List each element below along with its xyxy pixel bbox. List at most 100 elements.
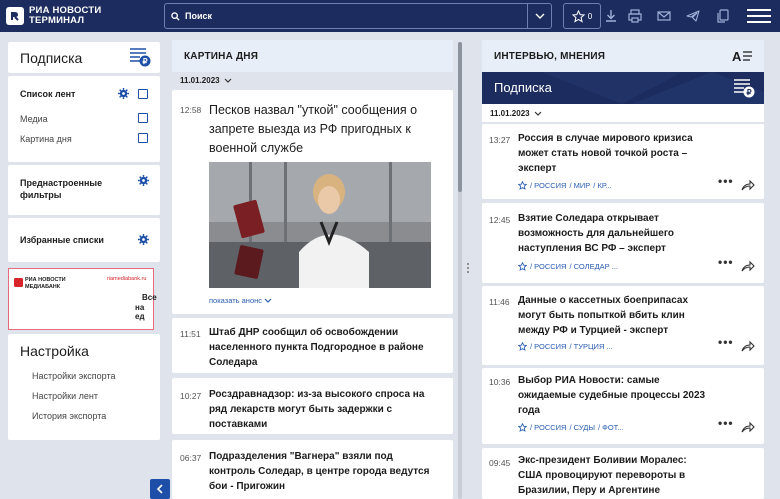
preset-filters-panel[interactable]: Преднастроенные фильтры xyxy=(8,165,160,215)
news-headline[interactable]: Взятие Соледара открывает возможность дл… xyxy=(518,211,708,256)
news-card[interactable]: 10:27 Росздравнадзор: из-за высокого спр… xyxy=(172,378,453,434)
tag-link[interactable]: / КР... xyxy=(593,181,611,190)
news-time: 10:27 xyxy=(180,391,202,401)
subscription-settings-icon[interactable]: ₽ xyxy=(128,46,152,68)
middle-scroll-thumb[interactable] xyxy=(458,42,462,192)
menu-icon[interactable] xyxy=(747,9,771,24)
mediabank-banner[interactable]: РИА НОВОСТИ МЕДИАБАНК riamediabank.ru Вс… xyxy=(8,268,157,330)
column-resize-handle-icon[interactable] xyxy=(466,262,470,274)
export-settings-link[interactable]: Настройки экспорта xyxy=(32,371,115,381)
preset-filters-gear-icon[interactable] xyxy=(138,175,149,186)
feed-media-checkbox[interactable] xyxy=(138,113,148,123)
news-headline[interactable]: Экс-президент Боливии Моралес: США прово… xyxy=(518,453,708,498)
star-icon[interactable] xyxy=(518,423,527,432)
search-icon xyxy=(165,11,185,21)
middle-date: 11.01.2023 xyxy=(180,76,220,85)
right-subscription-icon[interactable]: ₽ xyxy=(732,77,756,99)
news-headline[interactable]: Росздравнадзор: из-за высокого спроса на… xyxy=(209,387,441,432)
more-options-icon[interactable]: ••• xyxy=(718,416,734,430)
right-scrollbar[interactable] xyxy=(769,42,773,499)
news-card[interactable]: 09:45 Экс-президент Боливии Моралес: США… xyxy=(482,448,764,499)
favorites-button[interactable]: 0 xyxy=(563,3,601,29)
news-time: 11:46 xyxy=(489,297,510,307)
favorite-lists-panel[interactable]: Избранные списки xyxy=(8,218,160,262)
print-icon[interactable] xyxy=(627,8,643,24)
news-time: 12:45 xyxy=(489,215,511,225)
app-logo[interactable]: РИА НОВОСТИ ТЕРМИНАЛ xyxy=(0,6,163,26)
right-date-selector[interactable]: 11.01.2023 xyxy=(490,109,542,118)
news-time: 12:58 xyxy=(180,105,202,115)
chevron-down-icon xyxy=(534,111,542,116)
more-options-icon[interactable]: ••• xyxy=(718,174,734,188)
logo-mark-icon xyxy=(6,7,24,25)
more-options-icon[interactable]: ••• xyxy=(718,335,734,349)
feeds-gear-icon[interactable] xyxy=(118,88,129,99)
news-headline[interactable]: Россия в случае мирового кризиса может с… xyxy=(518,131,708,176)
news-card[interactable]: 11:51 Штаб ДНР сообщил об освобождении н… xyxy=(172,318,453,373)
tag-link[interactable]: / ТУРЦИЯ ... xyxy=(569,342,612,351)
tag-link[interactable]: / МИР xyxy=(569,181,590,190)
feed-picture-checkbox[interactable] xyxy=(138,133,148,143)
top-bar: РИА НОВОСТИ ТЕРМИНАЛ 0 xyxy=(0,0,780,32)
news-card[interactable]: 12:45 Взятие Соледара открывает возможно… xyxy=(482,203,764,283)
news-time: 10:36 xyxy=(489,377,511,387)
feeds-all-checkbox[interactable] xyxy=(138,89,148,99)
news-headline[interactable]: Штаб ДНР сообщил об освобождении населен… xyxy=(209,325,441,370)
news-card[interactable]: 11:46 Данные о кассетных боеприпасах мог… xyxy=(482,286,764,365)
news-card[interactable]: 06:37 Подразделения "Вагнера" взяли под … xyxy=(172,440,453,499)
star-icon[interactable] xyxy=(518,181,527,190)
search-options-button[interactable] xyxy=(527,4,551,28)
share-icon[interactable] xyxy=(741,260,755,272)
tag-link[interactable]: / РОССИЯ xyxy=(530,423,566,432)
tag-link[interactable]: / РОССИЯ xyxy=(530,181,566,190)
download-icon[interactable] xyxy=(603,8,619,24)
middle-date-selector[interactable]: 11.01.2023 xyxy=(180,76,232,85)
logo-text: РИА НОВОСТИ ТЕРМИНАЛ xyxy=(29,6,101,26)
banner-text-2: на ед xyxy=(135,303,145,321)
svg-text:₽: ₽ xyxy=(746,88,751,97)
interviews-header-title: ИНТЕРВЬЮ, МНЕНИЯ xyxy=(494,50,606,62)
share-icon[interactable] xyxy=(741,340,755,352)
feed-settings-link[interactable]: Настройки лент xyxy=(32,391,98,401)
tag-link[interactable]: / СУДЫ xyxy=(569,423,594,432)
tag-link[interactable]: / РОССИЯ xyxy=(530,262,566,271)
tag-link[interactable]: / РОССИЯ xyxy=(530,342,566,351)
more-options-icon[interactable]: ••• xyxy=(718,255,734,269)
feeds-list-panel: Список лент Медиа Картина дня xyxy=(8,76,160,162)
right-subscription-title: Подписка xyxy=(494,80,552,95)
news-headline[interactable]: Выбор РИА Новости: самые ожидаемые судеб… xyxy=(518,373,708,418)
news-headline[interactable]: Данные о кассетных боеприпасах могут быт… xyxy=(518,293,708,338)
collapse-sidebar-button[interactable] xyxy=(150,479,170,499)
news-card[interactable]: 10:36 Выбор РИА Новости: самые ожидаемые… xyxy=(482,368,764,444)
star-icon[interactable] xyxy=(518,262,527,271)
chevron-down-icon xyxy=(535,13,544,19)
tag-link[interactable]: / СОЛЕДАР ... xyxy=(569,262,618,271)
news-card[interactable]: 13:27 Россия в случае мирового кризиса м… xyxy=(482,124,764,199)
svg-text:₽: ₽ xyxy=(142,57,147,66)
logo-line-2: ТЕРМИНАЛ xyxy=(29,15,85,26)
export-history-link[interactable]: История экспорта xyxy=(32,411,106,421)
news-time: 13:27 xyxy=(489,135,511,145)
mail-icon[interactable] xyxy=(656,8,672,24)
news-headline[interactable]: Подразделения "Вагнера" взяли под контро… xyxy=(209,449,441,494)
copy-icon[interactable] xyxy=(715,8,731,24)
preset-filters-label: Преднастроенные фильтры xyxy=(20,178,103,200)
show-announce-link[interactable]: показать анонс xyxy=(209,296,272,305)
search-input[interactable] xyxy=(185,11,525,21)
news-time: 11:51 xyxy=(180,329,201,339)
share-icon[interactable] xyxy=(741,421,755,433)
telegram-icon[interactable] xyxy=(685,8,701,24)
featured-headline[interactable]: Песков назвал "уткой" сообщения о запрет… xyxy=(209,101,441,158)
featured-news-card[interactable]: 12:58 Песков назвал "уткой" сообщения о … xyxy=(172,90,453,314)
share-icon[interactable] xyxy=(741,179,755,191)
subscription-panel: Подписка ₽ xyxy=(8,42,160,73)
favorite-lists-gear-icon[interactable] xyxy=(138,234,149,245)
text-size-icon[interactable]: A xyxy=(732,49,752,63)
tag-link[interactable]: / ФОТ... xyxy=(598,423,624,432)
show-announce-text: показать анонс xyxy=(209,296,263,305)
featured-photo[interactable] xyxy=(209,162,431,288)
news-time: 06:37 xyxy=(180,453,202,463)
mediabank-logo-text: РИА НОВОСТИ МЕДИАБАНК xyxy=(25,277,66,291)
settings-panel: Настройка Настройки экспорта Настройки л… xyxy=(8,334,160,440)
star-icon[interactable] xyxy=(518,342,527,351)
